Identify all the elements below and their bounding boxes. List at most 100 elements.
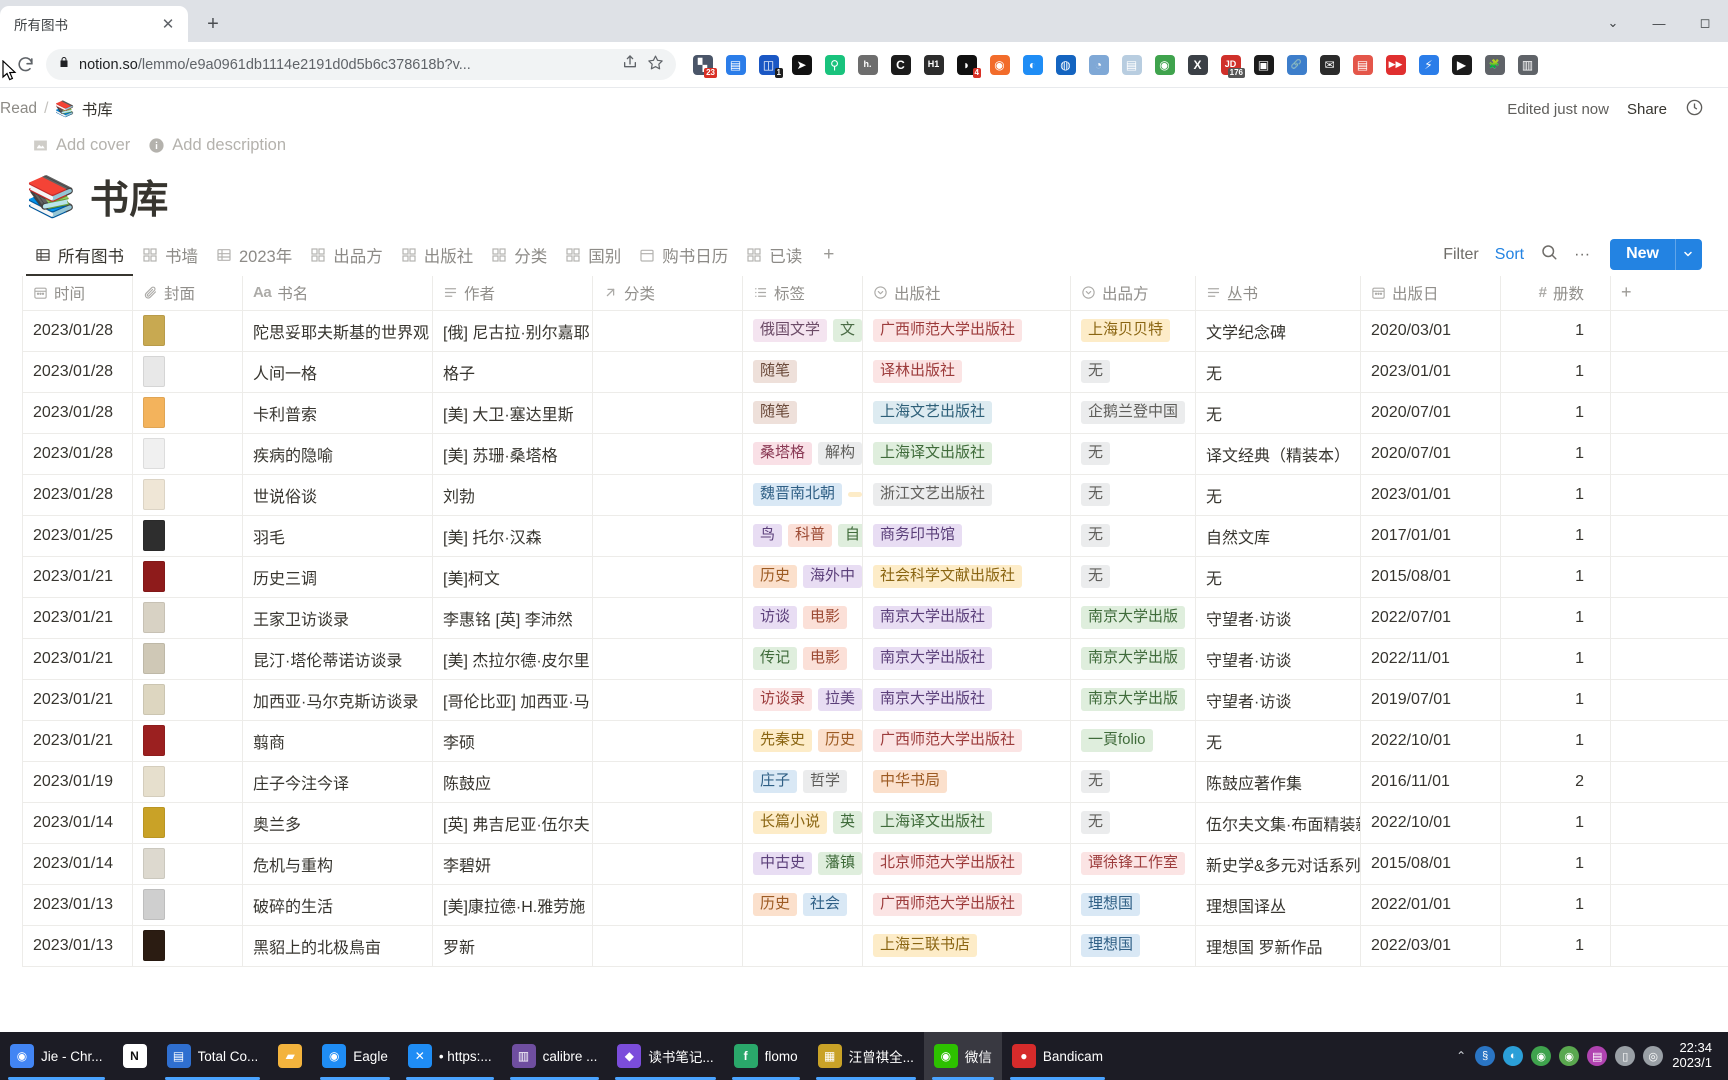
- cell-time[interactable]: 2023/01/13: [22, 884, 133, 926]
- cell-cover[interactable]: [132, 843, 243, 885]
- table-row[interactable]: 2023/01/21 历史三调 [美]柯文 历史 海外中 社会科学文献出版社 无 无 2015/…: [22, 556, 1728, 598]
- notion-clipper-extension[interactable]: ◫ 1: [752, 50, 785, 80]
- cell-producer[interactable]: 南京大学出版: [1070, 679, 1196, 721]
- cell-pubdate[interactable]: 2020/03/01: [1360, 310, 1501, 352]
- cell-time[interactable]: 2023/01/21: [22, 679, 133, 721]
- view-tab-3[interactable]: 2023年: [207, 239, 301, 276]
- cell-series[interactable]: 守望者·访谈: [1195, 597, 1361, 639]
- cell-time[interactable]: 2023/01/21: [22, 638, 133, 680]
- column-header-10[interactable]: 出版日: [1360, 276, 1501, 311]
- idm-globe-extension[interactable]: ◉: [1148, 50, 1181, 80]
- network-tray-icon[interactable]: ◎: [1643, 1046, 1664, 1066]
- taskbar-item-9[interactable]: f flomo: [724, 1032, 808, 1080]
- cell-tags[interactable]: 历史 海外中: [742, 556, 863, 598]
- cell-title[interactable]: 卡利普索: [242, 392, 433, 434]
- taskbar-item-1[interactable]: ◉ Jie - Chr...: [0, 1032, 113, 1080]
- taskbar-item-12[interactable]: ● Bandicam: [1002, 1032, 1113, 1080]
- puzzle-extension[interactable]: 🧩: [1478, 50, 1511, 80]
- cell-category[interactable]: [592, 351, 743, 393]
- cell-title[interactable]: 王家卫访谈录: [242, 597, 433, 639]
- cell-category[interactable]: [592, 925, 743, 967]
- cell-pubdate[interactable]: 2023/01/01: [1360, 351, 1501, 393]
- cell-count[interactable]: 1: [1500, 802, 1611, 844]
- cell-title[interactable]: 加西亚·马尔克斯访谈录: [242, 679, 433, 721]
- cell-publisher[interactable]: 南京大学出版社: [862, 597, 1071, 639]
- cell-author[interactable]: 刘勃: [432, 474, 593, 516]
- cell-series[interactable]: 自然文库: [1195, 515, 1361, 557]
- breadcrumb-parent[interactable]: Read: [0, 100, 37, 118]
- cell-publisher[interactable]: 广西师范大学出版社: [862, 720, 1071, 762]
- cell-publisher[interactable]: 社会科学文献出版社: [862, 556, 1071, 598]
- cell-publisher[interactable]: 上海文艺出版社: [862, 392, 1071, 434]
- cell-tags[interactable]: 鸟科普自: [742, 515, 863, 557]
- column-header-1[interactable]: 时间: [22, 276, 133, 311]
- table-row[interactable]: 2023/01/19 庄子今注今译 陈鼓应 庄子 哲学 中华书局 无 陈鼓应著作集 2016/1…: [22, 761, 1728, 803]
- new-tab-button[interactable]: +: [198, 9, 228, 39]
- cell-producer[interactable]: 无: [1070, 761, 1196, 803]
- cell-series[interactable]: 无: [1195, 351, 1361, 393]
- cell-count[interactable]: 1: [1500, 720, 1611, 762]
- play-extension[interactable]: ▶: [1445, 50, 1478, 80]
- column-header-2[interactable]: 封面: [132, 276, 243, 311]
- column-header-11[interactable]: # 册数: [1500, 276, 1611, 311]
- cell-pubdate[interactable]: 2022/07/01: [1360, 597, 1501, 639]
- cell-tags[interactable]: 中古史 藩镇: [742, 843, 863, 885]
- cell-pubdate[interactable]: 2022/03/01: [1360, 925, 1501, 967]
- cell-pubdate[interactable]: 2020/07/01: [1360, 433, 1501, 475]
- cell-series[interactable]: 陈鼓应著作集: [1195, 761, 1361, 803]
- youtube-dl-extension[interactable]: ▶▶: [1379, 50, 1412, 80]
- tray-overflow-button[interactable]: ⌃: [1456, 1049, 1466, 1063]
- cell-cover[interactable]: [132, 556, 243, 598]
- cell-time[interactable]: 2023/01/25: [22, 515, 133, 557]
- cell-title[interactable]: 黑貂上的北极鳥亩: [242, 925, 433, 967]
- page-emoji[interactable]: 📚: [26, 177, 76, 217]
- cell-series[interactable]: 文学纪念碑: [1195, 310, 1361, 352]
- cell-count[interactable]: 1: [1500, 679, 1611, 721]
- new-button[interactable]: New: [1610, 239, 1702, 270]
- cell-series[interactable]: 守望者·访谈: [1195, 638, 1361, 680]
- cell-pubdate[interactable]: 2023/01/01: [1360, 474, 1501, 516]
- cell-count[interactable]: 1: [1500, 433, 1611, 475]
- share-button[interactable]: Share: [1627, 101, 1667, 118]
- view-tab-8[interactable]: 购书日历: [630, 239, 737, 276]
- cell-author[interactable]: 陈鼓应: [432, 761, 593, 803]
- cell-series[interactable]: 无: [1195, 392, 1361, 434]
- cell-time[interactable]: 2023/01/21: [22, 720, 133, 762]
- cell-tags[interactable]: 俄国文学文: [742, 310, 863, 352]
- cell-producer[interactable]: 理想国: [1070, 884, 1196, 926]
- x-extension[interactable]: X: [1181, 50, 1214, 80]
- database-table-wrapper[interactable]: 时间 封面 Aa 书名 作者 分类 标签 出版社 出品方 丛书 出版日 # 册数 + 2023/01/28…: [0, 276, 1728, 1032]
- cell-publisher[interactable]: 浙江文艺出版社: [862, 474, 1071, 516]
- cell-pubdate[interactable]: 2020/07/01: [1360, 392, 1501, 434]
- cell-cover[interactable]: [132, 925, 243, 967]
- cell-tags[interactable]: 访谈录 拉美: [742, 679, 863, 721]
- cell-tags[interactable]: 传记 电影: [742, 638, 863, 680]
- table-row[interactable]: 2023/01/13 破碎的生活 [美]康拉德·H.雅劳施 历史 社会 广西师范大学出版社…: [22, 884, 1728, 926]
- pie-extension[interactable]: ◔: [1082, 50, 1115, 80]
- idm-tray-icon[interactable]: ◉: [1531, 1046, 1552, 1066]
- cell-title[interactable]: 历史三调: [242, 556, 433, 598]
- cell-producer[interactable]: 上海贝贝特: [1070, 310, 1196, 352]
- cell-author[interactable]: 李硕: [432, 720, 593, 762]
- cell-title[interactable]: 陀思妥耶夫斯基的世界观: [242, 310, 433, 352]
- column-header-6[interactable]: 标签: [742, 276, 863, 311]
- table-row[interactable]: 2023/01/21 王家卫访谈录 李惠铭 [英] 李沛然 访谈 电影 南京大学出版社 南京…: [22, 597, 1728, 639]
- cell-tags[interactable]: [742, 925, 863, 967]
- table-row[interactable]: 2023/01/28 卡利普索 [美] 大卫·塞达里斯 随笔 上海文艺出版社 企鹅兰登中国…: [22, 392, 1728, 434]
- table-row[interactable]: 2023/01/14 奥兰多 [英] 弗吉尼亚·伍尔夫 长篇小说英上海译文出版社 无 伍尔…: [22, 802, 1728, 844]
- search-icon[interactable]: [1540, 243, 1558, 266]
- cell-cover[interactable]: [132, 638, 243, 680]
- cell-series[interactable]: 守望者·访谈: [1195, 679, 1361, 721]
- cell-author[interactable]: [美]康拉德·H.雅劳施: [432, 884, 593, 926]
- window-chevron-down-icon[interactable]: ⌄: [1590, 6, 1636, 40]
- table-row[interactable]: 2023/01/13 黑貂上的北极鳥亩 罗新 上海三联书店 理想国 理想国 罗新作品 202…: [22, 925, 1728, 967]
- steam-tray-icon[interactable]: §: [1475, 1046, 1496, 1066]
- cell-pubdate[interactable]: 2017/01/01: [1360, 515, 1501, 557]
- cell-pubdate[interactable]: 2022/01/01: [1360, 884, 1501, 926]
- taskbar-item-11[interactable]: ◉ 微信: [923, 1032, 1002, 1080]
- cell-title[interactable]: 疾病的隐喻: [242, 433, 433, 475]
- add-description-button[interactable]: Add description: [148, 136, 286, 155]
- cell-series[interactable]: 新史学&多元对话系列: [1195, 843, 1361, 885]
- table-row[interactable]: 2023/01/21 昆汀·塔伦蒂诺访谈录 [美] 杰拉尔德·皮尔里 传记 电影 南京大学…: [22, 638, 1728, 680]
- cell-publisher[interactable]: 南京大学出版社: [862, 679, 1071, 721]
